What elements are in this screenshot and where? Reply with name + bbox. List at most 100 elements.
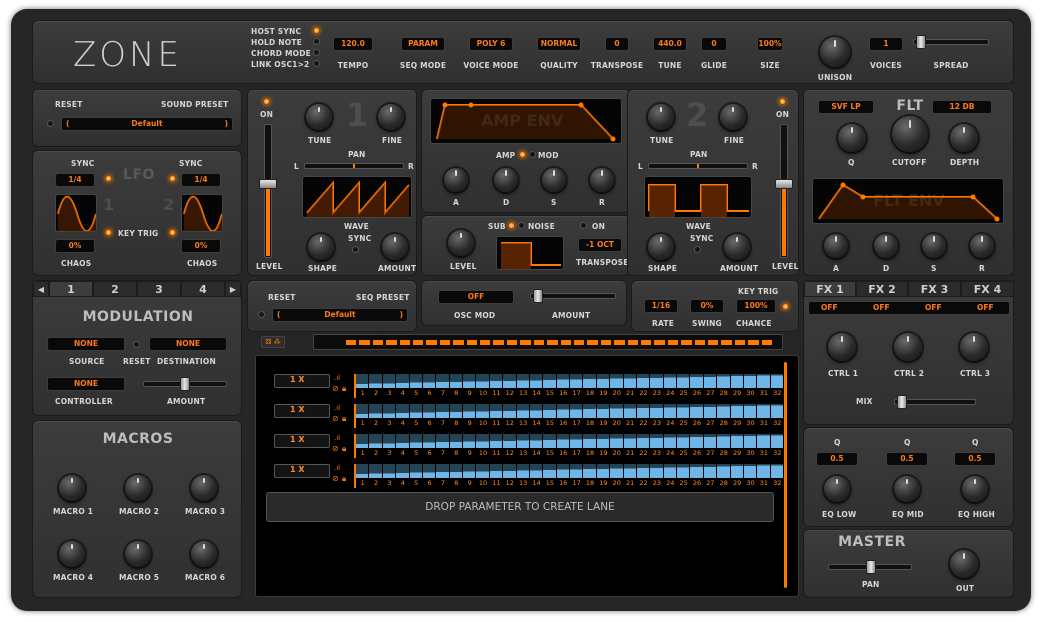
seq-step-cell[interactable] — [543, 464, 556, 478]
header-param-0-display[interactable]: 120.0 — [333, 37, 373, 51]
seq-step-cell[interactable] — [489, 464, 503, 478]
seq-step-cell[interactable] — [556, 404, 569, 418]
seq-length-step[interactable] — [480, 340, 491, 345]
seq-step-cell[interactable] — [757, 374, 770, 388]
seq-step-cell[interactable] — [717, 464, 730, 478]
osc2-shape-knob[interactable] — [648, 234, 674, 260]
seq-length-step[interactable] — [707, 340, 719, 345]
lane-step-area[interactable]: 1 2 3 4 5 6 7 8 9 10 11 12 13 14 15 16 17 18 19 20 21 22 23 24 2… — [354, 374, 784, 398]
seq-step-cell[interactable] — [717, 434, 730, 448]
seq-step-cell[interactable] — [757, 434, 770, 448]
lfo2-sync-toggle[interactable] — [169, 175, 176, 182]
seq-length-step[interactable] — [573, 340, 585, 345]
seq-step-cell[interactable] — [382, 374, 396, 388]
seq-step-cell[interactable] — [503, 434, 516, 448]
seq-length-step[interactable] — [587, 340, 598, 345]
filter-depth-knob[interactable] — [950, 124, 978, 152]
lane-lock-icon[interactable]: 🔒︎ — [342, 414, 346, 424]
lfo1-sync-toggle[interactable] — [105, 175, 112, 182]
seq-step-cell[interactable] — [463, 464, 476, 478]
seq-step-cell[interactable] — [382, 404, 396, 418]
seq-step-cell[interactable] — [770, 434, 783, 448]
seq-step-cell[interactable] — [650, 404, 663, 418]
seq-step-cell[interactable] — [570, 434, 583, 448]
filter-q-knob[interactable] — [838, 124, 866, 152]
seq-step-cell[interactable] — [703, 464, 717, 478]
lfo2-rate-display[interactable]: 1/4 — [181, 173, 221, 187]
seq-step-cell[interactable] — [636, 374, 650, 388]
seq-step-cell[interactable] — [677, 434, 690, 448]
seq-step-cell[interactable] — [650, 464, 663, 478]
seq-step-cell[interactable] — [757, 464, 770, 478]
seq-step-cell[interactable] — [610, 404, 623, 418]
seq-step-cell[interactable] — [570, 464, 583, 478]
seq-length-step[interactable] — [506, 340, 518, 345]
seq-step-cell[interactable] — [677, 404, 690, 418]
seq-step-cell[interactable] — [690, 434, 703, 448]
sub-level-knob[interactable] — [448, 230, 474, 256]
filter-cutoff-knob[interactable] — [892, 116, 928, 152]
seq-step-cell[interactable] — [543, 404, 556, 418]
seq-step-cell[interactable] — [409, 434, 422, 448]
seq-step-cell[interactable] — [703, 374, 717, 388]
seq-step-cell[interactable] — [610, 434, 623, 448]
lfo1-wave-display[interactable] — [55, 194, 97, 232]
osc1-fine-knob[interactable] — [378, 104, 404, 130]
fx2-state[interactable]: OFF — [873, 302, 890, 314]
seq-step-cell[interactable] — [543, 374, 556, 388]
fx-ctrl2-knob[interactable] — [894, 333, 922, 361]
seq-swing-display[interactable]: 0% — [690, 299, 724, 313]
seq-length-step[interactable] — [399, 340, 411, 345]
macro-3-knob[interactable] — [191, 475, 217, 501]
seq-step-cell[interactable] — [703, 404, 717, 418]
seq-step-cell[interactable] — [743, 434, 757, 448]
macro-6-knob[interactable] — [191, 541, 217, 567]
seq-length-step[interactable] — [560, 340, 571, 345]
seq-step-cell[interactable] — [663, 374, 676, 388]
seq-keytrig-toggle[interactable] — [782, 303, 789, 310]
lane-lock-icon[interactable]: 🔒︎ — [342, 444, 346, 454]
osc1-amount-knob[interactable] — [382, 234, 408, 260]
seq-step-cell[interactable] — [663, 404, 676, 418]
seq-length-step[interactable] — [346, 340, 357, 345]
macro-4-knob[interactable] — [59, 541, 85, 567]
osc1-sync-toggle[interactable] — [352, 246, 359, 253]
seq-step-cell[interactable] — [730, 464, 743, 478]
seq-step-cell[interactable] — [596, 464, 610, 478]
seq-preset-selector[interactable]: ( Default ) — [272, 308, 408, 322]
seq-step-cell[interactable] — [422, 374, 436, 388]
seq-step-cell[interactable] — [516, 464, 529, 478]
osc2-on-toggle[interactable] — [779, 98, 786, 105]
seq-step-cell[interactable] — [409, 374, 422, 388]
lfo1-rate-display[interactable]: 1/4 — [55, 173, 95, 187]
header-param-6-display[interactable]: 0 — [701, 37, 727, 51]
seq-step-cell[interactable] — [369, 404, 382, 418]
seq-step-cell[interactable] — [449, 374, 462, 388]
seq-step-cell[interactable] — [596, 404, 610, 418]
mod-tab-4[interactable]: 4 — [181, 281, 225, 297]
noise-toggle[interactable] — [518, 222, 525, 229]
seq-step-cell[interactable] — [449, 404, 462, 418]
seq-step-cell[interactable] — [463, 434, 476, 448]
seq-step-cell[interactable] — [356, 434, 369, 448]
seq-step-cell[interactable] — [369, 434, 382, 448]
seq-step-cell[interactable] — [717, 374, 730, 388]
lfo2-keytrig-toggle[interactable] — [169, 229, 176, 236]
amp-sustain-knob[interactable] — [542, 168, 566, 192]
fx-tab-4[interactable]: FX 4 — [961, 281, 1014, 297]
eq-mid-knob[interactable] — [894, 476, 920, 502]
seq-step-cell[interactable] — [463, 404, 476, 418]
preset-prev-button[interactable]: ( — [66, 118, 69, 130]
seq-rate-display[interactable]: 1/16 — [644, 299, 678, 313]
seq-step-cell[interactable] — [489, 374, 503, 388]
header-param-3-display[interactable]: NORMAL — [537, 37, 581, 51]
seq-step-cell[interactable] — [436, 464, 449, 478]
amp-attack-knob[interactable] — [444, 168, 468, 192]
lfo2-chaos-display[interactable]: 0% — [181, 239, 221, 253]
seq-length-step[interactable] — [533, 340, 545, 345]
filter-sustain-knob[interactable] — [922, 234, 946, 258]
osc-mod-display[interactable]: OFF — [438, 290, 514, 304]
lfo2-wave-display[interactable] — [181, 194, 223, 232]
filter-release-knob[interactable] — [970, 234, 994, 258]
seq-step-cell[interactable] — [610, 464, 623, 478]
